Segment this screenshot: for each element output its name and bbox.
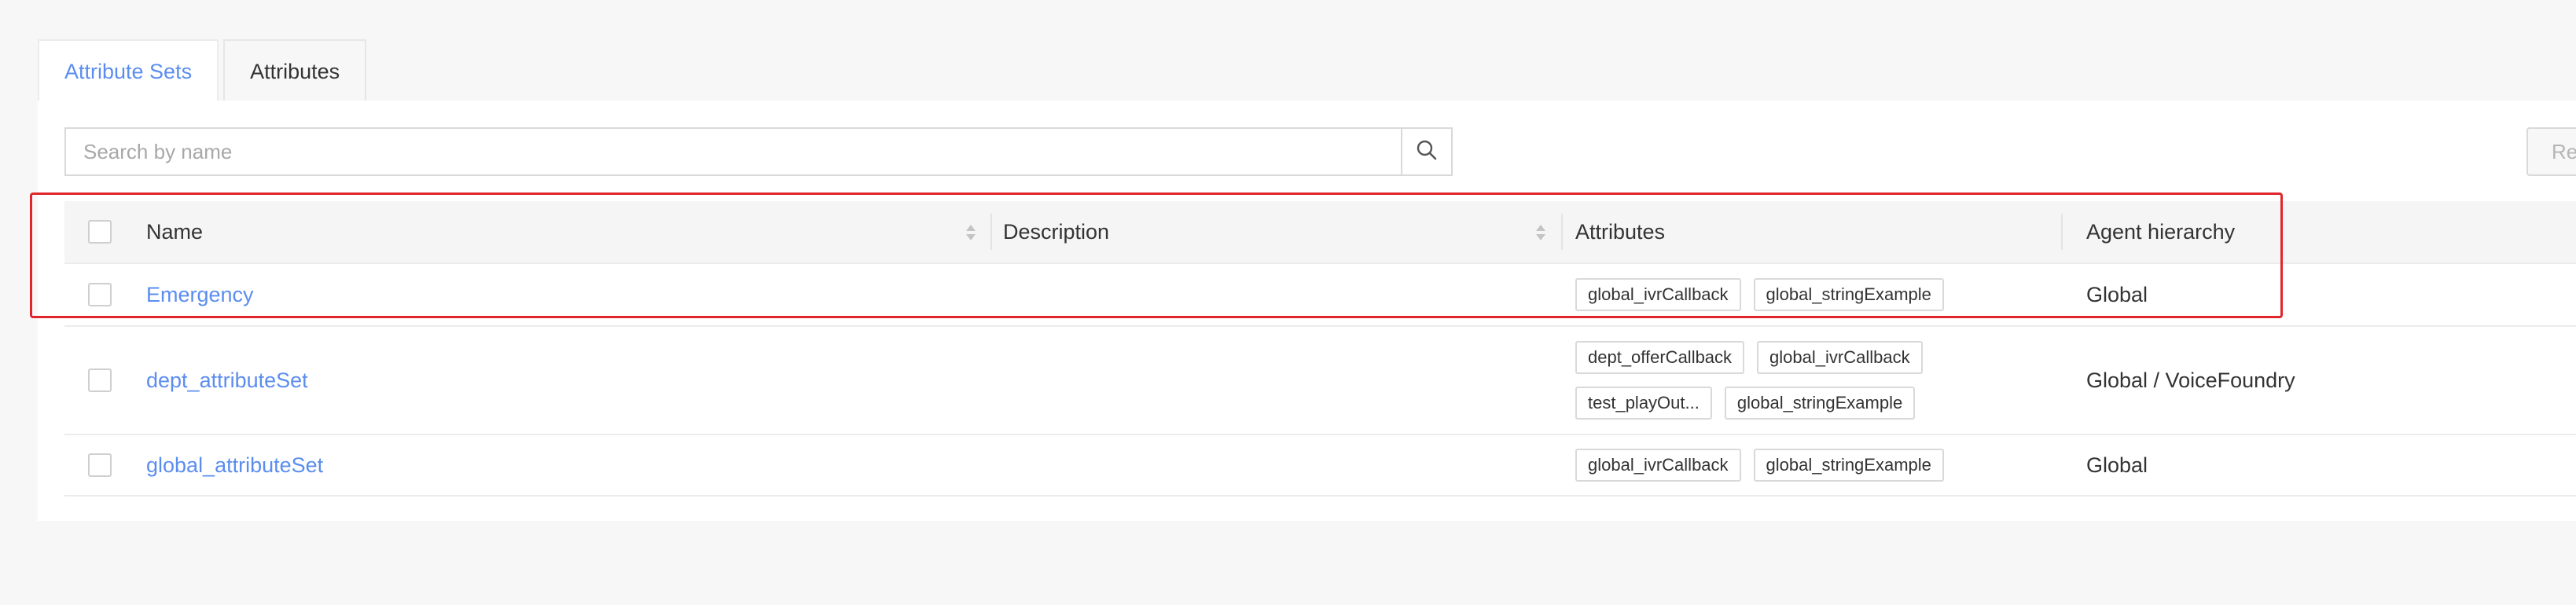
row-name-cell: global_attributeSet [146, 435, 987, 495]
attribute-tag: global_ivrCallback [1757, 341, 1923, 374]
row-attributes-cell: dept_offerCallback global_ivrCallback te… [1575, 327, 2071, 434]
attribute-set-name-link[interactable]: dept_attributeSet [146, 368, 308, 393]
column-header-name[interactable]: Name [146, 201, 987, 262]
row-attributes-cell: global_ivrCallback global_stringExample [1575, 264, 2071, 325]
reset-button[interactable]: Re [2526, 127, 2576, 176]
attribute-tag: global_stringExample [1753, 278, 1944, 311]
tab-attributes[interactable]: Attributes [223, 39, 367, 102]
content-panel: Re Name Description Attributes Ag [38, 101, 2576, 521]
attribute-set-name-link[interactable]: global_attributeSet [146, 453, 323, 478]
column-header-attributes: Attributes [1575, 219, 1666, 244]
attribute-sets-page: Attribute Sets Attributes Re [0, 0, 2576, 605]
row-checkbox[interactable] [88, 453, 112, 477]
column-header-agent-hierarchy: Agent hierarchy [2086, 219, 2236, 244]
search-icon [1416, 139, 1438, 165]
attribute-tags: global_ivrCallback global_stringExample [1575, 278, 2063, 311]
select-all-checkbox[interactable] [88, 220, 112, 244]
column-divider [1561, 214, 1563, 250]
row-description-cell [1003, 264, 1553, 325]
row-select-cell [64, 435, 135, 495]
attribute-tag: global_stringExample [1724, 387, 1916, 420]
table-row: dept_attributeSet dept_offerCallback glo… [64, 327, 2576, 435]
table-header: Name Description Attributes Agent hierar… [64, 201, 2576, 264]
search-input[interactable] [66, 129, 1401, 174]
tab-attribute-sets[interactable]: Attribute Sets [38, 39, 219, 102]
select-all-cell [64, 201, 135, 262]
row-checkbox[interactable] [88, 283, 112, 306]
attribute-set-name-link[interactable]: Emergency [146, 283, 254, 307]
attribute-sets-table: Name Description Attributes Agent hierar… [64, 201, 2576, 497]
column-divider [990, 214, 992, 250]
table-row: global_attributeSet global_ivrCallback g… [64, 435, 2576, 497]
column-header-description[interactable]: Description [1003, 201, 1553, 262]
attribute-tag: global_ivrCallback [1575, 449, 1741, 482]
row-hierarchy-cell: Global [2086, 282, 2148, 306]
attribute-tag: global_stringExample [1753, 449, 1944, 482]
row-hierarchy-cell: Global / VoiceFoundry [2086, 368, 2295, 392]
search-button[interactable] [1401, 129, 1451, 174]
table-row: Emergency global_ivrCallback global_stri… [64, 264, 2576, 327]
search-box [64, 127, 1453, 176]
attribute-tags: global_ivrCallback global_stringExample [1575, 449, 2063, 482]
sort-name-icon[interactable] [965, 223, 977, 242]
attribute-tag: global_ivrCallback [1575, 278, 1741, 311]
sort-description-icon[interactable] [1534, 223, 1547, 242]
row-description-cell [1003, 435, 1553, 495]
row-name-cell: Emergency [146, 264, 987, 325]
row-checkbox[interactable] [88, 368, 112, 392]
attribute-tag: dept_offerCallback [1575, 341, 1745, 374]
row-description-cell [1003, 327, 1553, 434]
row-name-cell: dept_attributeSet [146, 327, 987, 434]
row-select-cell [64, 264, 135, 325]
row-attributes-cell: global_ivrCallback global_stringExample [1575, 435, 2071, 495]
column-divider [2061, 214, 2063, 250]
attribute-tags: dept_offerCallback global_ivrCallback te… [1575, 341, 2063, 420]
row-hierarchy-cell: Global [2086, 453, 2148, 477]
row-select-cell [64, 327, 135, 434]
attribute-tag: test_playOut... [1575, 387, 1712, 420]
tab-bar: Attribute Sets Attributes [38, 39, 367, 102]
